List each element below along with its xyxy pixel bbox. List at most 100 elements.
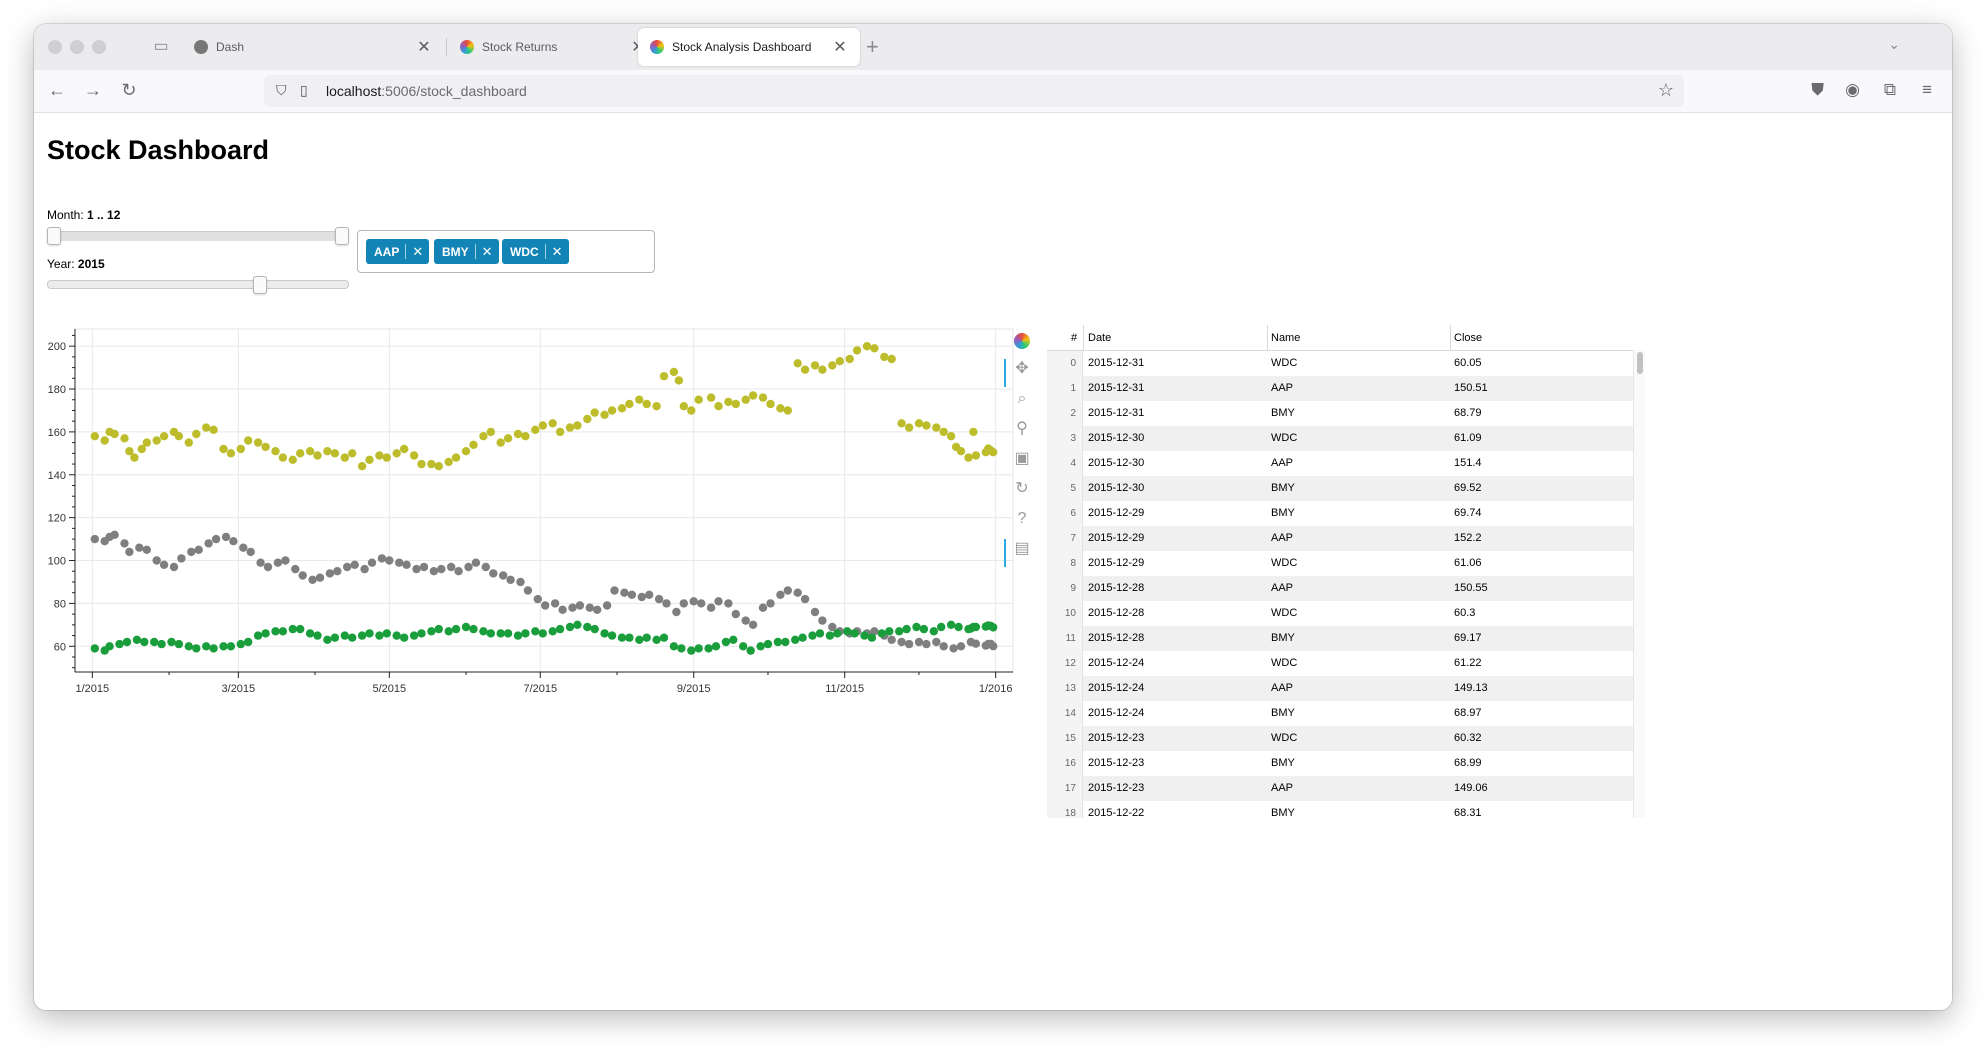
reset-tool-icon[interactable]: ↻ [1010,477,1034,501]
data-point [818,616,827,625]
scrollbar-thumb[interactable] [1637,352,1643,374]
y-tick-label: 200 [48,341,66,353]
data-point [444,627,453,636]
menu-icon[interactable]: ≡ [1922,80,1932,100]
page-info-icon[interactable]: ▯ [300,82,308,99]
name-cell: AAP [1271,582,1294,594]
column-header-index[interactable]: # [1071,332,1077,344]
table-row[interactable]: 1 2015-12-31 AAP 150.51 [1047,376,1633,401]
column-header-name[interactable]: Name [1271,332,1300,344]
account-icon[interactable]: ◉ [1845,80,1860,100]
table-row[interactable]: 9 2015-12-28 AAP 150.55 [1047,576,1633,601]
table-row[interactable]: 11 2015-12-28 BMY 69.17 [1047,626,1633,651]
data-point [360,564,369,574]
zoom-window-button[interactable] [92,40,106,54]
new-tab-button[interactable]: + [866,34,879,60]
data-point [766,399,775,409]
wheel-zoom-tool-icon[interactable]: ⚲ [1010,417,1034,441]
data-point [687,406,696,415]
data-point [964,453,973,462]
data-point [724,397,733,407]
data-point [800,594,810,604]
plot-area [74,328,1014,673]
tab-manager-icon[interactable]: ▭ [152,38,170,56]
hover-tool-icon[interactable]: ▤ [1004,537,1034,567]
bookmark-star-icon[interactable]: ☆ [1658,80,1674,101]
data-point [989,642,998,651]
table-row[interactable]: 17 2015-12-23 AAP 149.06 [1047,776,1633,801]
date-cell: 2015-12-22 [1088,807,1145,818]
data-point [721,637,731,647]
box-zoom-tool-icon[interactable]: ⌕ [1010,387,1034,411]
table-row[interactable]: 0 2015-12-31 WDC 60.05 [1047,351,1633,376]
table-row[interactable]: 14 2015-12-24 BMY 68.97 [1047,701,1633,726]
table-row[interactable]: 2 2015-12-31 BMY 68.79 [1047,401,1633,426]
table-row[interactable]: 18 2015-12-22 BMY 68.31 [1047,801,1633,818]
save-tool-icon[interactable]: ▣ [1010,447,1034,471]
table-row[interactable]: 13 2015-12-24 AAP 149.13 [1047,676,1633,701]
table-row[interactable]: 4 2015-12-30 AAP 151.4 [1047,451,1633,476]
data-point [184,642,193,651]
close-window-button[interactable] [48,40,62,54]
table-row[interactable]: 8 2015-12-29 WDC 61.06 [1047,551,1633,576]
forward-button[interactable]: → [82,80,104,101]
extensions-icon[interactable]: ⧉ [1884,80,1896,100]
address-bar[interactable]: ⛉ ▯ localhost:5006/stock_dashboard ☆ [264,75,1684,107]
close-tab-icon[interactable]: ✕ [832,37,848,57]
data-point [434,624,443,634]
help-tool-icon[interactable]: ? [1010,507,1034,531]
table-row[interactable]: 3 2015-12-30 WDC 61.09 [1047,426,1633,451]
reload-button[interactable]: ↻ [118,80,140,101]
data-point [340,453,349,462]
data-point [659,372,669,381]
data-point [273,558,283,567]
minimize-window-button[interactable] [70,40,84,54]
data-point [793,359,802,368]
data-point [271,447,280,456]
table-row[interactable]: 15 2015-12-23 WDC 60.32 [1047,726,1633,751]
table-row[interactable]: 16 2015-12-23 BMY 68.99 [1047,751,1633,776]
data-point [748,620,758,629]
data-point [833,629,842,638]
data-point [694,644,703,653]
name-cell: AAP [1271,682,1294,694]
data-point [236,639,245,649]
data-point [132,635,142,644]
stock-price-chart[interactable]: 60 80 100 120 140 160 180 200 1/2015 3/2015 5/2015… [34,113,1044,833]
pan-tool-icon[interactable]: ✥ [1004,357,1034,387]
data-point [783,406,792,415]
data-point [499,571,508,580]
back-button[interactable]: ← [46,80,68,101]
data-point [469,624,478,634]
data-point [800,365,810,374]
tracking-protection-icon[interactable]: ⛉ [276,82,287,99]
table-scrollbar[interactable] [1633,350,1645,818]
data-point [617,633,627,642]
tab-dash[interactable]: Dash ✕ [182,28,444,66]
tab-stock-analysis-dashboard[interactable]: Stock Analysis Dashboard ✕ [638,28,860,66]
table-row[interactable]: 7 2015-12-29 AAP 152.2 [1047,526,1633,551]
data-point [464,562,473,572]
date-cell: 2015-12-29 [1088,532,1145,544]
data-point [932,637,941,647]
data-point [229,537,238,546]
pocket-icon[interactable]: ⛊ [1811,80,1824,100]
table-row[interactable]: 10 2015-12-28 WDC 60.3 [1047,601,1633,626]
data-point [850,629,859,638]
list-tabs-icon[interactable]: ⌄ [1888,36,1900,53]
column-header-date[interactable]: Date [1088,332,1111,344]
data-point [447,562,456,572]
column-header-close[interactable]: Close [1454,332,1482,344]
table-row[interactable]: 6 2015-12-29 BMY 69.74 [1047,501,1633,526]
bokeh-logo-icon[interactable] [1010,329,1034,353]
x-tick-label: 5/2015 [372,683,406,695]
date-cell: 2015-12-31 [1088,407,1145,419]
data-point [152,556,161,565]
tab-stock-returns[interactable]: Stock Returns ✕ [448,28,658,66]
table-row[interactable]: 5 2015-12-30 BMY 69.52 [1047,476,1633,501]
close-tab-icon[interactable]: ✕ [416,37,432,57]
data-point [652,635,661,644]
data-point [731,399,740,409]
data-point [531,627,540,636]
table-row[interactable]: 12 2015-12-24 WDC 61.22 [1047,651,1633,676]
